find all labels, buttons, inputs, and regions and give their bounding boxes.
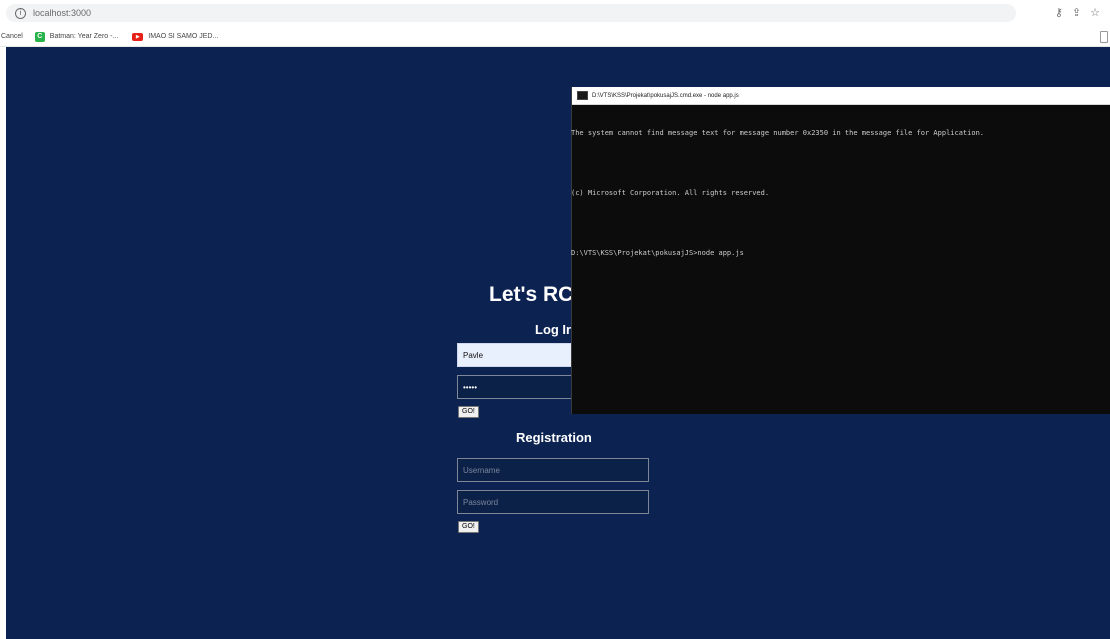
bookmark-item[interactable]: Cancel — [1, 33, 23, 40]
bookmark-item[interactable]: C Batman: Year Zero -... — [34, 31, 119, 42]
console-title: D:\VTS\KSS\Projekat\pokusajJS.cmd.exe - … — [592, 92, 739, 99]
browser-toolbar: i localhost:3000 ⚷ ⇪ ☆ — [0, 0, 1110, 28]
console-output[interactable]: The system cannot find message text for … — [571, 105, 1110, 278]
terminal-icon — [577, 91, 588, 100]
registration-go-button[interactable]: GO! — [458, 521, 479, 533]
toolbar-icons: ⚷ ⇪ ☆ — [1055, 6, 1100, 19]
registration-title: Registration — [516, 430, 592, 445]
bookmark-item[interactable]: ▶ IMAO SI SAMO JED... — [132, 32, 219, 41]
bookmark-label: Batman: Year Zero -... — [49, 33, 119, 40]
console-window[interactable]: D:\VTS\KSS\Projekat\pokusajJS.cmd.exe - … — [571, 87, 1110, 414]
console-line: D:\VTS\KSS\Projekat\pokusajJS>node app.j… — [571, 249, 744, 257]
login-go-button[interactable]: GO! — [458, 406, 479, 418]
star-icon[interactable]: ☆ — [1090, 6, 1100, 19]
login-title: Log Ir — [535, 322, 572, 337]
console-line: (c) Microsoft Corporation. All rights re… — [571, 189, 770, 197]
registration-username-input[interactable] — [457, 458, 649, 482]
console-titlebar[interactable]: D:\VTS\KSS\Projekat\pokusajJS.cmd.exe - … — [572, 87, 1110, 105]
favicon-icon: C — [34, 31, 45, 42]
page-title: Let's RC — [489, 283, 574, 306]
address-bar[interactable]: i localhost:3000 — [6, 4, 1016, 22]
bookmark-label: IMAO SI SAMO JED... — [148, 33, 219, 40]
side-panel-icon[interactable] — [1100, 31, 1108, 43]
key-icon[interactable]: ⚷ — [1055, 6, 1063, 19]
bookmark-label: Cancel — [1, 33, 23, 40]
registration-password-input[interactable] — [457, 490, 649, 514]
info-icon[interactable]: i — [15, 7, 26, 19]
url-text[interactable]: localhost:3000 — [33, 8, 91, 18]
share-icon[interactable]: ⇪ — [1072, 6, 1081, 19]
bookmarks-bar: Cancel C Batman: Year Zero -... ▶ IMAO S… — [0, 27, 1110, 47]
console-line: The system cannot find message text for … — [571, 129, 985, 137]
youtube-icon: ▶ — [132, 32, 144, 41]
